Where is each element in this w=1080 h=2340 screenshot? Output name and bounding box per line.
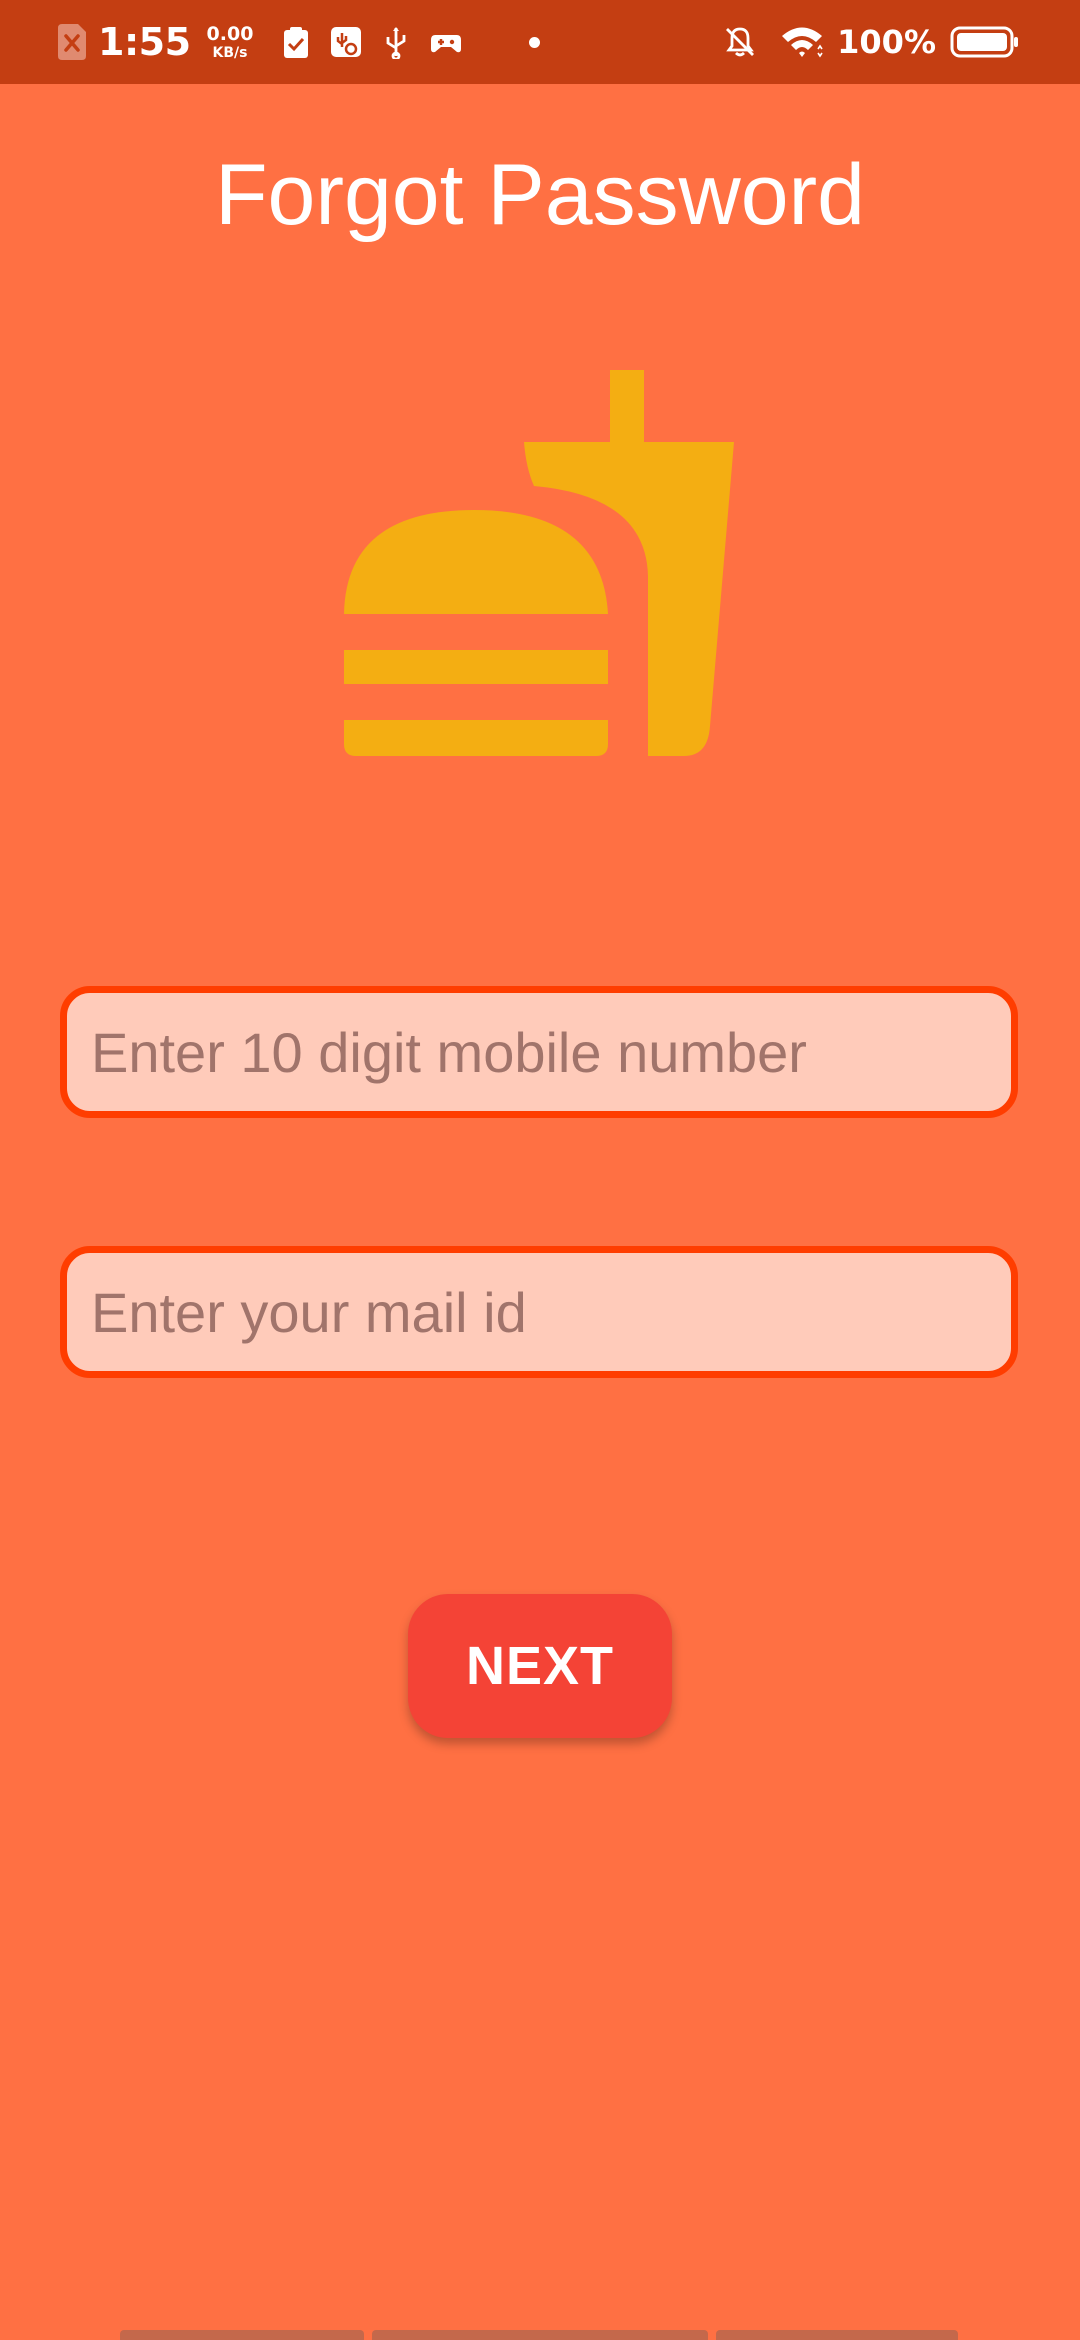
- wifi-icon: [782, 27, 823, 58]
- battery-percent: 100%: [837, 23, 936, 61]
- mobile-number-field-container: [60, 986, 1018, 1118]
- mail-id-field-container: [60, 1246, 1018, 1378]
- fastfood-icon: [344, 370, 734, 756]
- bottom-edge-segment-left: [120, 2330, 364, 2340]
- bottom-edge-segment-right: [716, 2330, 958, 2340]
- page-title: Forgot Password: [214, 147, 866, 243]
- network-speed: 0.00 KB/s: [206, 22, 254, 61]
- next-button[interactable]: NEXT: [408, 1594, 672, 1738]
- clipboard-check-icon: [284, 27, 309, 58]
- notification-dot-icon: [529, 36, 541, 48]
- bell-off-icon: [726, 27, 755, 57]
- usb-settings-icon: [331, 27, 362, 57]
- network-speed-unit: KB/s: [212, 44, 248, 61]
- usb-icon: [387, 27, 406, 59]
- status-bar-right: 100%: [723, 0, 1020, 84]
- status-time: 1:55: [98, 20, 191, 64]
- status-bar: 1:55 0.00 KB/s 100%: [0, 0, 1080, 84]
- mobile-number-input[interactable]: [67, 993, 1011, 1111]
- network-speed-value: 0.00: [206, 22, 254, 45]
- bottom-edge-segment-middle: [372, 2330, 708, 2340]
- mail-id-input[interactable]: [67, 1253, 1011, 1371]
- status-bar-left: 1:55 0.00 KB/s: [58, 0, 541, 84]
- sim-error-icon: [58, 24, 86, 60]
- battery-icon: [950, 26, 1018, 58]
- game-controller-icon: [431, 35, 462, 53]
